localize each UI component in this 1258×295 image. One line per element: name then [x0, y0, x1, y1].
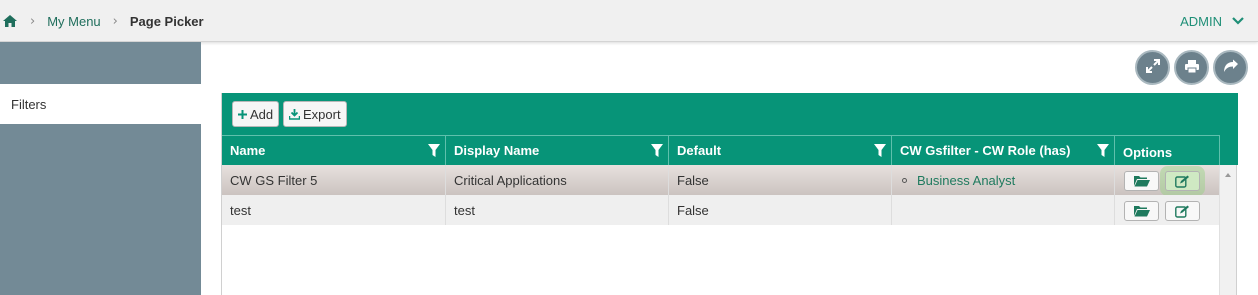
top-bar: › My Menu › Page Picker ADMIN	[0, 0, 1258, 42]
column-header-label: Default	[677, 143, 722, 158]
cell-name: CW GS Filter 5	[222, 165, 446, 195]
cell-display-name: Critical Applications	[446, 165, 669, 195]
table-row[interactable]: CW GS Filter 5 Critical Applications Fal…	[222, 165, 1220, 195]
column-header-display-name[interactable]: Display Name	[446, 135, 669, 165]
cell-options	[1115, 165, 1220, 195]
bullet-icon	[902, 177, 907, 183]
column-header-label: CW Gsfilter - CW Role (has)	[900, 143, 1071, 158]
cell-options	[1115, 195, 1220, 225]
breadcrumb: › My Menu › Page Picker	[0, 0, 204, 42]
column-header-name[interactable]: Name	[222, 135, 446, 165]
column-header-options: Options	[1115, 135, 1220, 165]
filter-icon[interactable]	[874, 144, 886, 157]
cell-roles: Business Analyst	[892, 165, 1115, 195]
edit-button[interactable]	[1165, 201, 1200, 221]
cell-roles	[892, 195, 1115, 225]
share-button[interactable]	[1213, 50, 1248, 85]
breadcrumb-separator-icon: ›	[30, 13, 36, 29]
add-button[interactable]: Add	[232, 101, 280, 127]
export-button[interactable]: Export	[283, 101, 347, 127]
open-button[interactable]	[1124, 201, 1159, 221]
column-header-label: Name	[230, 143, 266, 158]
breadcrumb-separator-icon: ›	[112, 13, 118, 29]
sidebar: Filters	[0, 42, 201, 295]
grid-toolbar: Add Export	[222, 93, 1238, 135]
column-header-label: Options	[1123, 145, 1173, 160]
breadcrumb-my-menu[interactable]: My Menu	[47, 14, 100, 29]
print-icon	[1184, 59, 1200, 77]
print-button[interactable]	[1174, 50, 1209, 85]
column-header-roles[interactable]: CW Gsfilter - CW Role (has)	[892, 135, 1115, 165]
breadcrumb-page-picker: Page Picker	[129, 13, 204, 29]
export-label: Export	[303, 106, 341, 122]
folder-open-icon	[1133, 176, 1150, 187]
cell-default: False	[669, 165, 892, 195]
filter-icon[interactable]	[1097, 144, 1109, 157]
vertical-scrollbar[interactable]	[1219, 165, 1236, 295]
chevron-down-icon	[1232, 17, 1244, 25]
folder-open-icon	[1133, 206, 1150, 217]
edit-icon	[1175, 205, 1189, 218]
user-name: ADMIN	[1180, 13, 1222, 29]
sidebar-item-label: Filters	[11, 96, 47, 112]
plus-icon	[238, 109, 247, 119]
cell-default: False	[669, 195, 892, 225]
filter-icon[interactable]	[651, 144, 663, 157]
page-actions	[1135, 50, 1248, 85]
scroll-up-icon[interactable]	[1225, 173, 1231, 177]
cell-name: test	[222, 195, 446, 225]
edit-button[interactable]	[1165, 171, 1200, 191]
column-header-label: Display Name	[454, 143, 540, 158]
table-header: Name Display Name Default CW Gsfilter - …	[222, 135, 1238, 165]
home-icon[interactable]	[2, 14, 18, 28]
user-menu[interactable]: ADMIN	[1180, 0, 1244, 42]
expand-button[interactable]	[1135, 50, 1170, 85]
filters-panel: Add Export Name Display Name Default CW …	[221, 93, 1238, 295]
filter-icon[interactable]	[428, 144, 440, 157]
table-row[interactable]: test test False	[222, 195, 1220, 225]
cell-display-name: test	[446, 195, 669, 225]
expand-icon	[1145, 58, 1161, 77]
download-icon	[289, 108, 300, 120]
share-icon	[1223, 59, 1239, 76]
open-button[interactable]	[1124, 171, 1159, 191]
column-header-default[interactable]: Default	[669, 135, 892, 165]
role-link[interactable]: Business Analyst	[917, 173, 1015, 188]
sidebar-item-filters[interactable]: Filters	[0, 84, 201, 124]
add-label: Add	[250, 106, 274, 122]
edit-icon	[1175, 175, 1189, 188]
